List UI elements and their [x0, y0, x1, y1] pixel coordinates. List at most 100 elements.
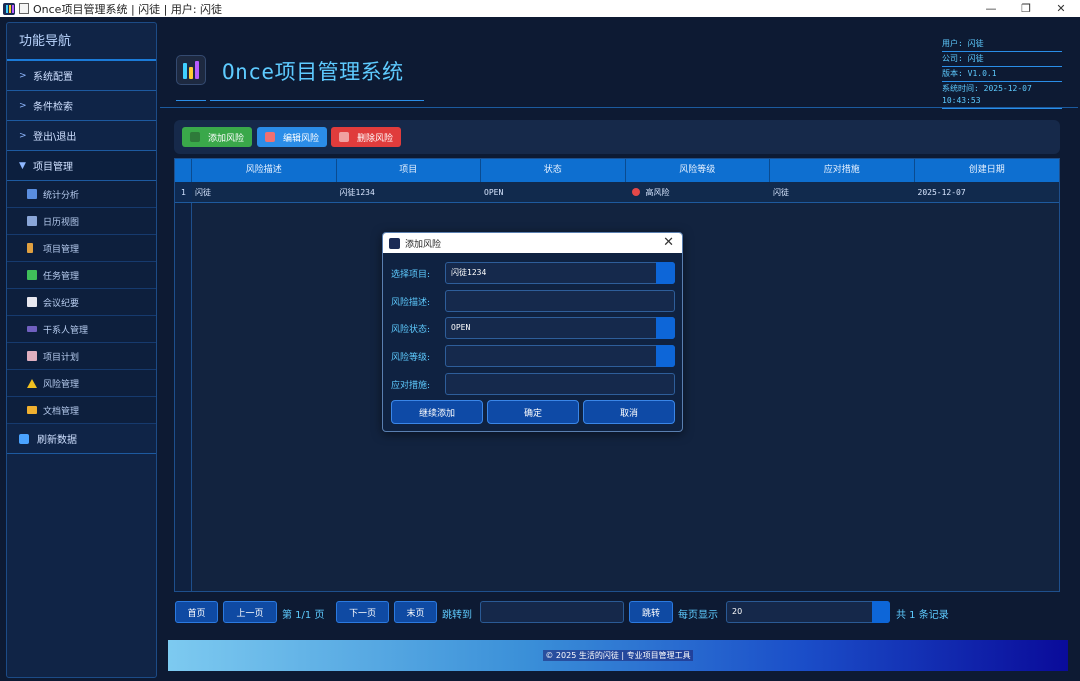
minimize-button[interactable]: —: [976, 0, 1006, 17]
trash-icon: [339, 132, 349, 142]
app-icon: [389, 237, 400, 249]
window-title: Once项目管理系统 | 闪徒 | 用户: 闪徒: [33, 2, 223, 16]
sidebar-item-projects[interactable]: 项目管理: [7, 235, 156, 262]
close-icon[interactable]: ✕: [663, 235, 674, 250]
sidebar-group-label: 系统配置: [33, 72, 73, 83]
refresh-data-button[interactable]: 刷新数据: [7, 424, 156, 454]
field-label: 选择项目:: [391, 269, 431, 280]
restore-button[interactable]: ❐: [1011, 0, 1041, 17]
button-label: 添加风险: [208, 133, 245, 144]
pencil-icon: [265, 132, 275, 142]
close-window-button[interactable]: ✕: [1046, 0, 1076, 17]
sidebar-item-meetings[interactable]: 会议纪要: [7, 289, 156, 316]
button-label: 删除风险: [357, 133, 394, 144]
total-records: 共 1 条记录: [896, 610, 949, 621]
jump-label: 跳转到: [442, 610, 472, 621]
row-number: 1: [175, 182, 192, 202]
row-number-column: [175, 203, 192, 591]
jump-page-input[interactable]: [480, 601, 624, 623]
edit-risk-button[interactable]: 编辑风险: [257, 127, 327, 147]
field-label: 风险状态:: [391, 324, 431, 335]
chevron-right-icon: >: [19, 70, 27, 81]
button-label: 编辑风险: [283, 133, 320, 144]
first-page-button[interactable]: 首页: [175, 601, 218, 623]
field-description: 风险描述:: [391, 290, 675, 312]
chevron-right-icon: >: [19, 100, 27, 111]
sidebar: 功能导航 > 系统配置 > 条件检索 > 登出\退出 ▼ 项目管理 统计分析 日历视图 …: [6, 22, 157, 678]
per-page-select[interactable]: 20: [726, 601, 890, 623]
folder-icon: [27, 406, 37, 414]
column-header-project[interactable]: 项目: [336, 159, 481, 182]
sidebar-item-label: 项目管理: [43, 244, 80, 255]
footer: © 2025 生活的闪徒 | 专业项目管理工具: [168, 640, 1068, 671]
measure-input[interactable]: [445, 373, 675, 395]
ok-button[interactable]: 确定: [487, 400, 579, 424]
table-header: 风险描述 项目 状态 风险等级 应对措施 创建日期: [175, 159, 1059, 182]
dropdown-arrow-icon[interactable]: [656, 345, 675, 367]
add-risk-dialog: 添加风险 ✕ 选择项目: 闪徒1234 风险描述: 风险状态: OPEN 风险等…: [382, 232, 683, 432]
sidebar-item-tasks[interactable]: 任务管理: [7, 262, 156, 289]
company-name: 公司: 闪徒: [942, 53, 1062, 67]
sidebar-item-calendar[interactable]: 日历视图: [7, 208, 156, 235]
jump-button[interactable]: 跳转: [629, 601, 673, 623]
field-project: 选择项目: 闪徒1234: [391, 262, 675, 284]
sidebar-item-stakeholders[interactable]: 干系人管理: [7, 316, 156, 343]
add-risk-button[interactable]: 添加风险: [182, 127, 252, 147]
user-name: 用户: 闪徒: [942, 38, 1062, 52]
column-header-measure[interactable]: 应对措施: [770, 159, 915, 182]
header-underline: [210, 100, 424, 101]
sidebar-item-label: 风险管理: [43, 379, 80, 390]
version-label: 版本: V1.0.1: [942, 68, 1062, 82]
cell-project: 闪徒1234: [339, 187, 375, 197]
continue-add-button[interactable]: 继续添加: [391, 400, 483, 424]
cancel-button[interactable]: 取消: [583, 400, 675, 424]
last-page-button[interactable]: 末页: [394, 601, 437, 623]
column-header-description[interactable]: 风险描述: [192, 159, 337, 182]
sidebar-item-label: 日历视图: [43, 217, 80, 228]
delete-risk-button[interactable]: 删除风险: [331, 127, 401, 147]
chart-icon: [27, 189, 37, 199]
sidebar-item-plan[interactable]: 项目计划: [7, 343, 156, 370]
dropdown-arrow-icon[interactable]: [656, 317, 675, 339]
column-header-status[interactable]: 状态: [481, 159, 626, 182]
sidebar-item-statistics[interactable]: 统计分析: [7, 181, 156, 208]
chevron-right-icon: >: [19, 130, 27, 141]
field-value: 闪徒1234: [451, 268, 487, 277]
refresh-icon: [19, 433, 29, 444]
level-select[interactable]: [445, 345, 675, 367]
sidebar-group-label: 条件检索: [33, 102, 73, 113]
sidebar-group-config[interactable]: > 系统配置: [7, 61, 156, 91]
sidebar-item-documents[interactable]: 文档管理: [7, 397, 156, 424]
sidebar-item-risks[interactable]: 风险管理: [7, 370, 156, 397]
sidebar-group-logout[interactable]: > 登出\退出: [7, 121, 156, 151]
status-select[interactable]: OPEN: [445, 317, 675, 339]
dropdown-arrow-icon[interactable]: [656, 262, 675, 284]
clipboard-icon: [27, 351, 37, 361]
dialog-titlebar: 添加风险 ✕: [383, 233, 682, 253]
table-row[interactable]: 1 闪徒 闪徒1234 OPEN 高风险 闪徒 2025-12-07: [175, 182, 1059, 203]
footer-text: © 2025 生活的闪徒 | 专业项目管理工具: [543, 650, 693, 661]
cell-measure: 闪徒: [773, 187, 789, 197]
header-underline: [176, 100, 206, 101]
sidebar-group-project[interactable]: ▼ 项目管理: [7, 151, 156, 181]
header-divider: [160, 107, 1078, 108]
field-label: 风险等级:: [391, 352, 431, 363]
description-input[interactable]: [445, 290, 675, 312]
prev-page-button[interactable]: 上一页: [223, 601, 277, 623]
next-page-button[interactable]: 下一页: [336, 601, 389, 623]
per-page-dropdown-icon[interactable]: [872, 601, 890, 623]
notes-icon: [27, 297, 37, 307]
chevron-down-icon: ▼: [19, 160, 26, 171]
app-logo-icon: [176, 55, 206, 85]
field-label: 风险描述:: [391, 297, 431, 308]
column-header-date[interactable]: 创建日期: [914, 159, 1059, 182]
column-header-level[interactable]: 风险等级: [625, 159, 770, 182]
project-select[interactable]: 闪徒1234: [445, 262, 675, 284]
refresh-label: 刷新数据: [37, 435, 77, 446]
sidebar-item-label: 文档管理: [43, 406, 80, 417]
app-title: Once项目管理系统: [222, 60, 404, 84]
project-icon: [27, 243, 33, 253]
task-check-icon: [27, 270, 37, 280]
sidebar-group-search[interactable]: > 条件检索: [7, 91, 156, 121]
system-time: 系统时间: 2025-12-07 10:43:53: [942, 83, 1062, 109]
